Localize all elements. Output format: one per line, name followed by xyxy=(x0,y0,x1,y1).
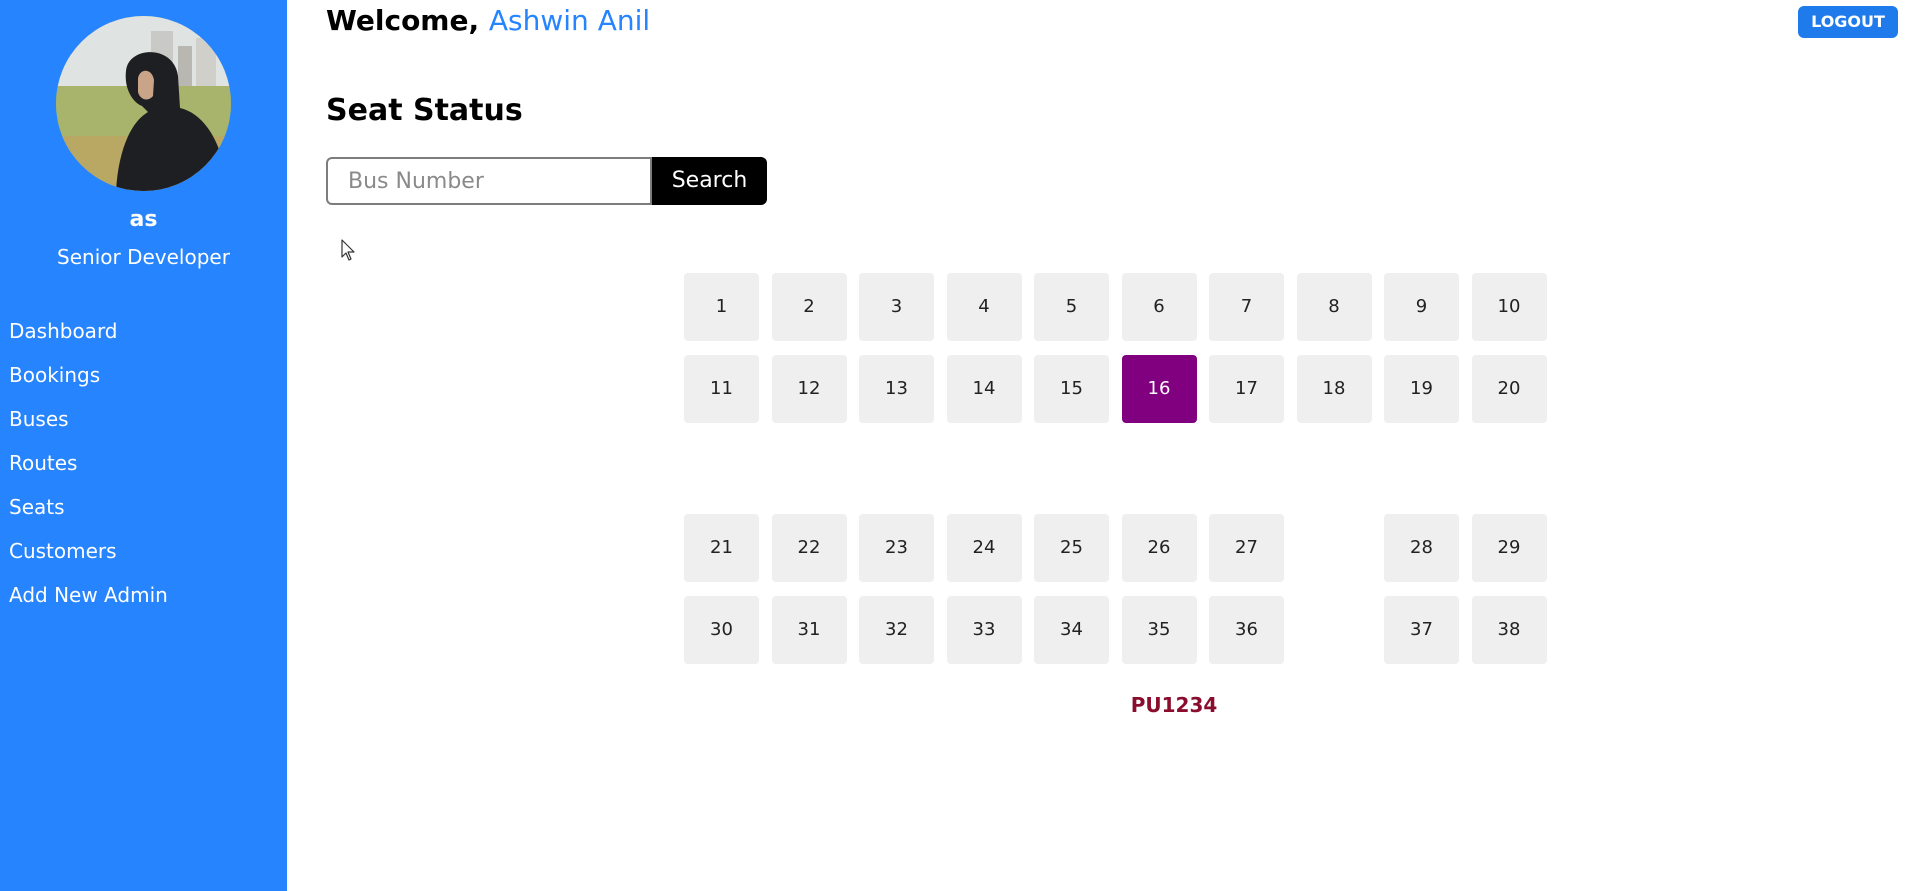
seat-20[interactable]: 20 xyxy=(1471,355,1547,423)
seat-8[interactable]: 8 xyxy=(1296,273,1372,341)
seat-23[interactable]: 23 xyxy=(859,514,934,582)
seat-32[interactable]: 32 xyxy=(859,596,934,664)
sidebar: as Senior Developer Dashboard Bookings B… xyxy=(0,0,287,891)
seat-7[interactable]: 7 xyxy=(1209,273,1284,341)
seat-37[interactable]: 37 xyxy=(1384,596,1459,664)
seat-13[interactable]: 13 xyxy=(859,355,934,423)
main-content: Welcome, Ashwin Anil LOGOUT Seat Status … xyxy=(287,0,1919,891)
logout-button[interactable]: LOGOUT xyxy=(1798,6,1898,38)
seat-34[interactable]: 34 xyxy=(1034,596,1109,664)
welcome-prefix: Welcome, xyxy=(326,4,480,37)
seat-24[interactable]: 24 xyxy=(946,514,1022,582)
seat-25[interactable]: 25 xyxy=(1034,514,1109,582)
seat-29[interactable]: 29 xyxy=(1471,514,1547,582)
seat-6[interactable]: 6 xyxy=(1121,273,1197,341)
sidebar-item-add-new-admin[interactable]: Add New Admin xyxy=(0,580,287,624)
sidebar-item-seats[interactable]: Seats xyxy=(0,492,287,536)
seat-21[interactable]: 21 xyxy=(684,514,759,582)
sidebar-item-dashboard[interactable]: Dashboard xyxy=(0,316,287,360)
seat-36[interactable]: 36 xyxy=(1209,596,1284,664)
seat-9[interactable]: 9 xyxy=(1384,273,1459,341)
seat-31[interactable]: 31 xyxy=(771,596,847,664)
seat-35[interactable]: 35 xyxy=(1121,596,1197,664)
profile-photo-icon xyxy=(56,16,231,191)
seat-28[interactable]: 28 xyxy=(1384,514,1459,582)
seat-15[interactable]: 15 xyxy=(1034,355,1109,423)
seat-19[interactable]: 19 xyxy=(1384,355,1459,423)
seat-17[interactable]: 17 xyxy=(1209,355,1284,423)
seat-22[interactable]: 22 xyxy=(771,514,847,582)
sidebar-item-buses[interactable]: Buses xyxy=(0,404,287,448)
welcome-heading: Welcome, Ashwin Anil xyxy=(326,4,650,37)
seat-10[interactable]: 10 xyxy=(1471,273,1547,341)
sidebar-item-routes[interactable]: Routes xyxy=(0,448,287,492)
sidebar-nav: Dashboard Bookings Buses Routes Seats Cu… xyxy=(0,316,287,624)
page-title: Seat Status xyxy=(326,93,523,128)
seat-grid: 1 2 3 4 5 6 7 8 9 10 11 12 13 14 15 16 17 18 19 20 21 22 23 24 2… xyxy=(684,273,1554,673)
bus-number-label: PU1234 xyxy=(1130,693,1218,717)
seat-2[interactable]: 2 xyxy=(771,273,847,341)
avatar xyxy=(56,16,231,191)
seat-4[interactable]: 4 xyxy=(946,273,1022,341)
sidebar-item-bookings[interactable]: Bookings xyxy=(0,360,287,404)
seat-33[interactable]: 33 xyxy=(946,596,1022,664)
seat-12[interactable]: 12 xyxy=(771,355,847,423)
search-button[interactable]: Search xyxy=(652,157,767,205)
welcome-user-name: Ashwin Anil xyxy=(488,4,651,37)
seat-30[interactable]: 30 xyxy=(684,596,759,664)
profile-name: as xyxy=(129,207,158,232)
mouse-pointer-icon xyxy=(341,239,355,261)
seat-26[interactable]: 26 xyxy=(1121,514,1197,582)
seat-3[interactable]: 3 xyxy=(859,273,934,341)
seat-11[interactable]: 11 xyxy=(684,355,759,423)
seat-16[interactable]: 16 xyxy=(1121,355,1197,423)
seat-5[interactable]: 5 xyxy=(1034,273,1109,341)
bus-number-input[interactable] xyxy=(326,157,652,205)
seat-27[interactable]: 27 xyxy=(1209,514,1284,582)
seat-14[interactable]: 14 xyxy=(946,355,1022,423)
seat-1[interactable]: 1 xyxy=(684,273,759,341)
sidebar-item-customers[interactable]: Customers xyxy=(0,536,287,580)
seat-38[interactable]: 38 xyxy=(1471,596,1547,664)
seat-18[interactable]: 18 xyxy=(1296,355,1372,423)
profile-role: Senior Developer xyxy=(57,245,230,269)
